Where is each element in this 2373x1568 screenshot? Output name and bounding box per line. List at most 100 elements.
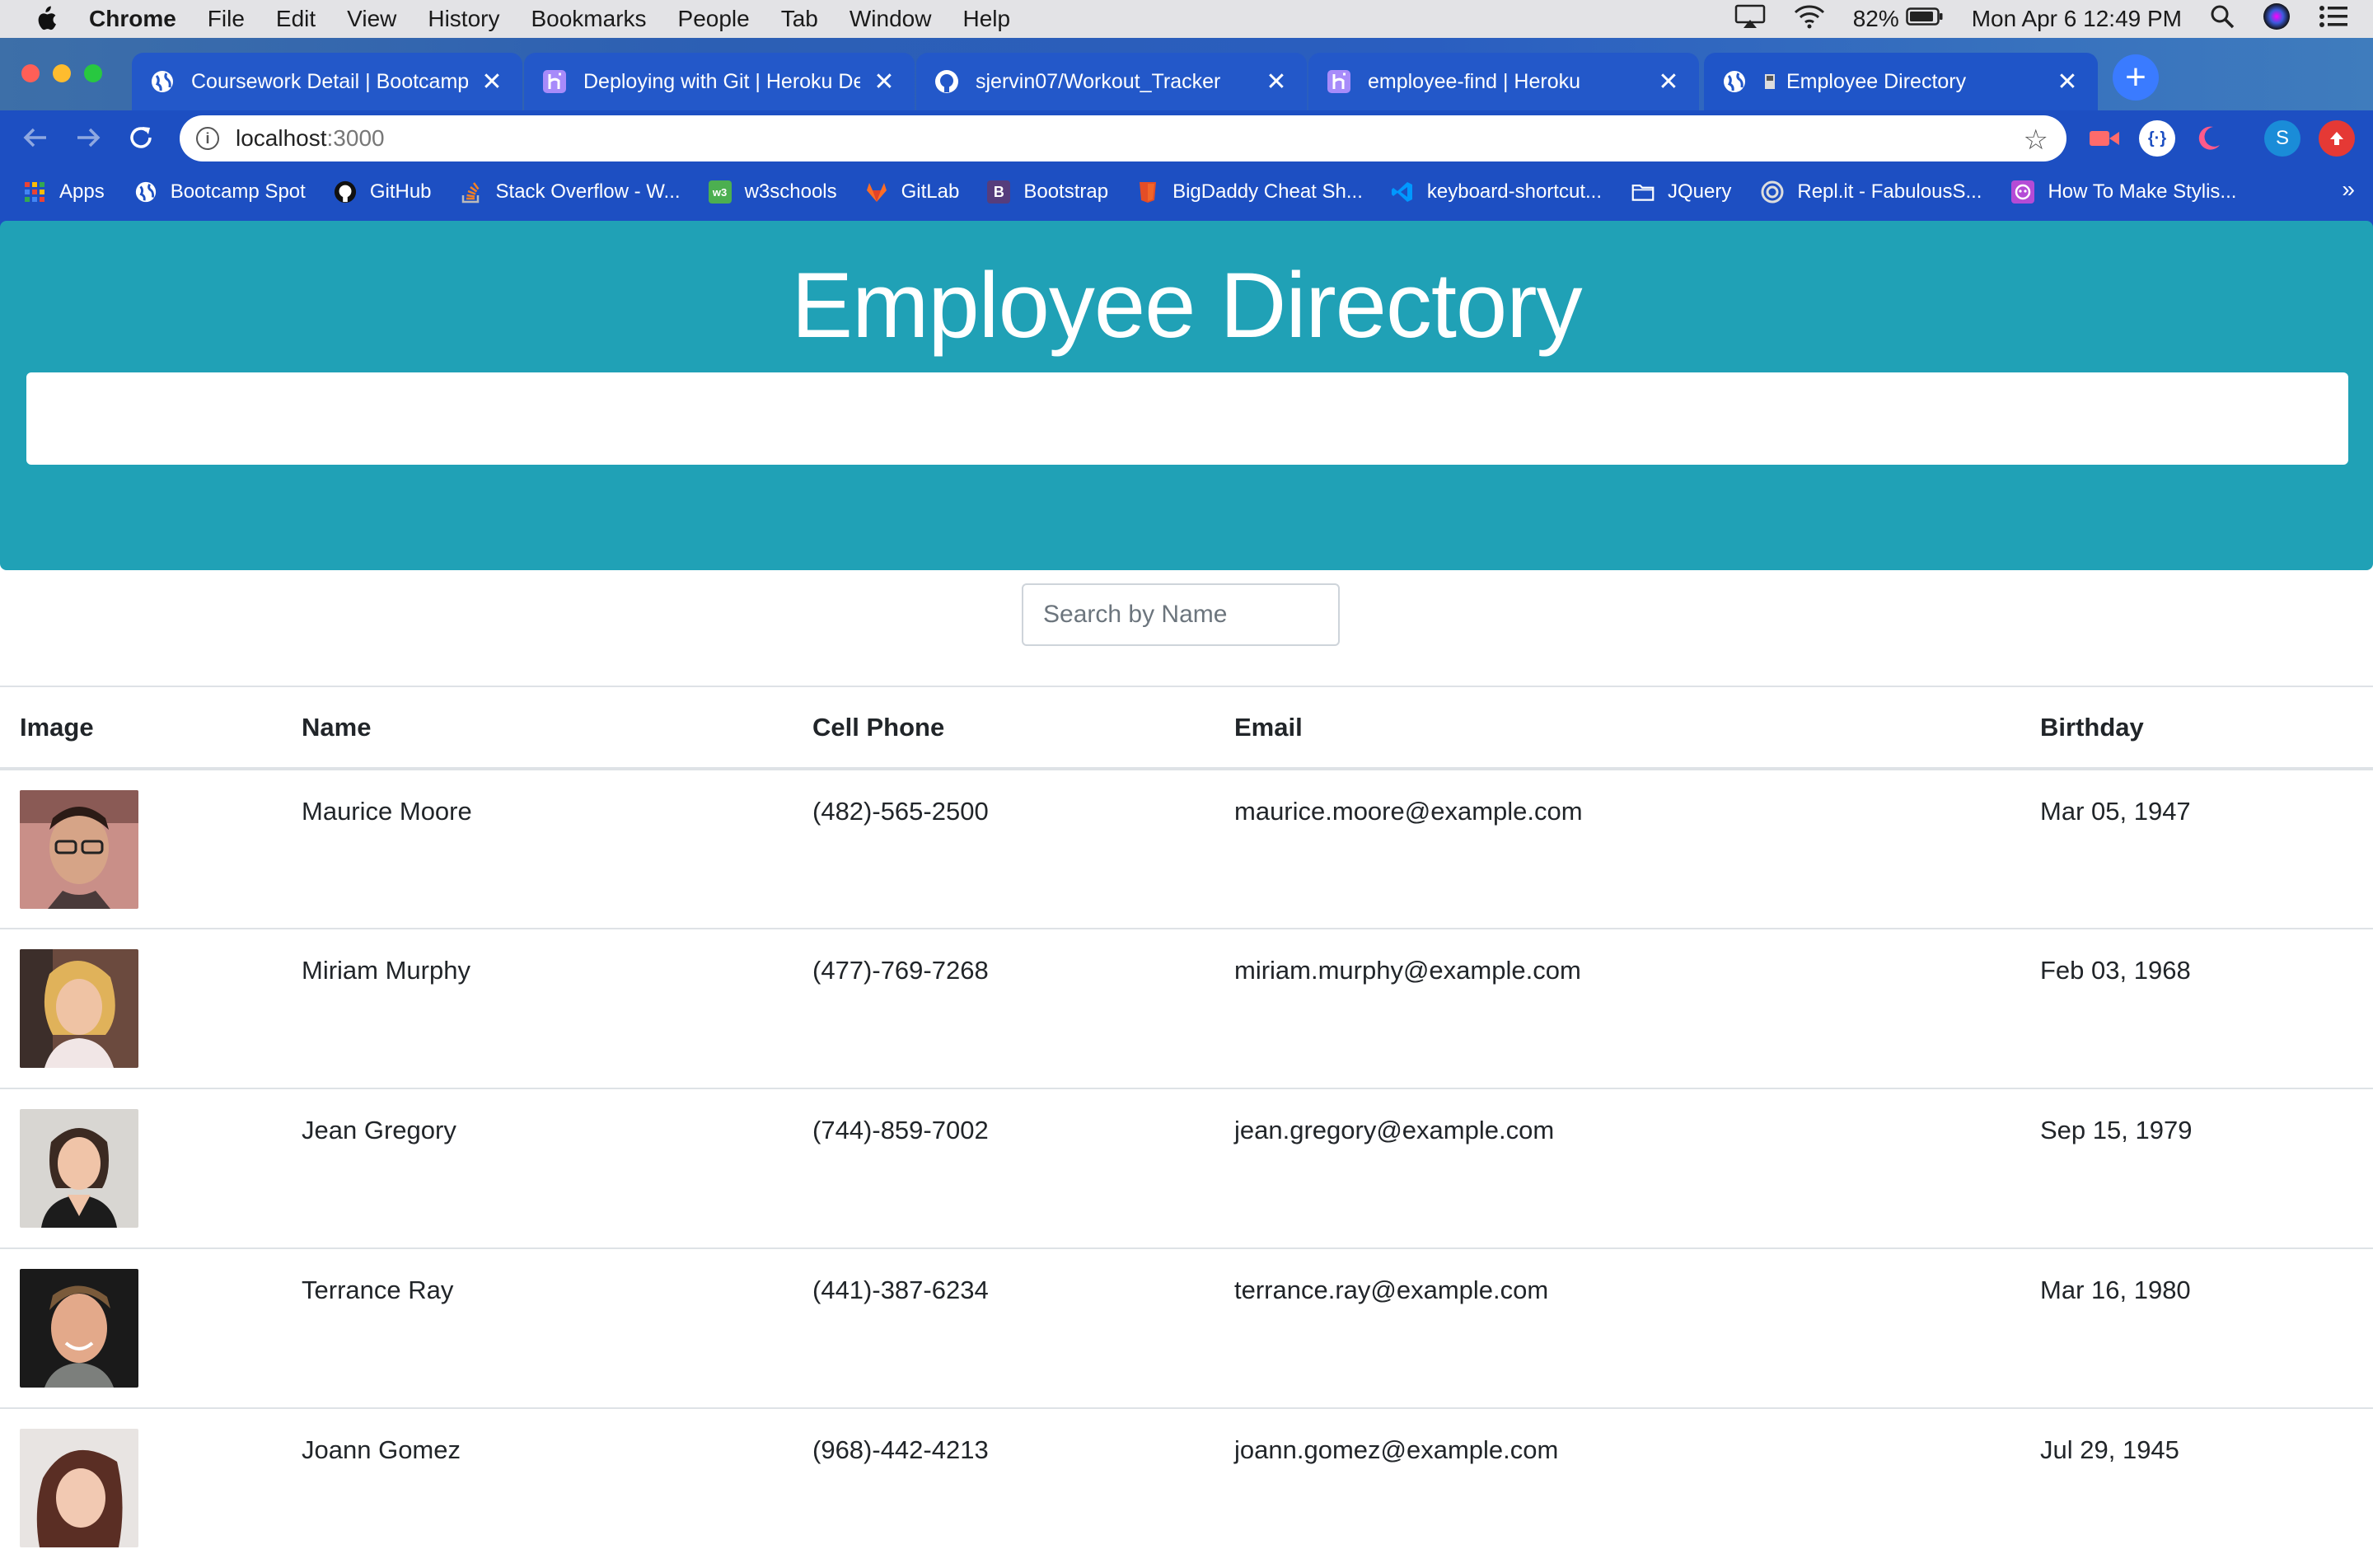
menu-help[interactable]: Help	[962, 6, 1010, 32]
folder-icon	[1631, 180, 1655, 204]
employee-birthday: Sep 15, 1979	[2020, 1088, 2373, 1248]
new-tab-button[interactable]: +	[2113, 54, 2159, 101]
bookmark-bootcamp-spot[interactable]: Bootcamp Spot	[134, 180, 306, 204]
screencast-extension-icon[interactable]	[2086, 120, 2123, 157]
tab-title: Deploying with Git | Heroku Dev	[583, 69, 860, 93]
address-bar[interactable]: i localhost:3000 ☆	[180, 115, 2066, 161]
siri-icon[interactable]	[2263, 2, 2291, 36]
apple-icon[interactable]	[33, 5, 58, 33]
apps-grid-icon	[23, 180, 46, 204]
bookmark-how-to-make-stylish[interactable]: How To Make Stylis...	[2011, 180, 2236, 204]
bookmark-bigdaddy[interactable]: BigDaddy Cheat Sh...	[1136, 180, 1363, 204]
site-info-icon[interactable]: i	[196, 127, 219, 150]
bookmark-keyboard-shortcuts[interactable]: keyboard-shortcut...	[1391, 180, 1602, 204]
employee-name: Miriam Murphy	[282, 928, 793, 1088]
close-tab-icon[interactable]: ✕	[2055, 68, 2080, 96]
menu-file[interactable]: File	[208, 6, 245, 32]
close-tab-icon[interactable]: ✕	[480, 68, 504, 96]
github-icon	[934, 69, 959, 94]
employee-phone: (441)-387-6234	[793, 1247, 1215, 1408]
howto-icon	[2011, 180, 2035, 204]
json-viewer-extension-icon[interactable]: {·}	[2139, 120, 2175, 157]
tab-title: Coursework Detail | Bootcamp S	[191, 69, 468, 93]
menu-app-name[interactable]: Chrome	[89, 6, 176, 32]
employee-email: terrance.ray@example.com	[1215, 1247, 2020, 1408]
menu-edit[interactable]: Edit	[276, 6, 316, 32]
menu-window[interactable]: Window	[850, 6, 932, 32]
more-bookmarks-chevron-icon[interactable]: »	[2342, 176, 2355, 203]
dark-mode-extension-icon[interactable]	[2190, 120, 2226, 157]
zoom-window-button[interactable]	[84, 64, 102, 82]
bookmark-label: Repl.it - FabulousS...	[1797, 180, 1982, 203]
bookmark-w3schools[interactable]: w3 w3schools	[708, 180, 837, 204]
back-arrow-icon[interactable]	[21, 124, 49, 159]
battery-icon	[1905, 6, 1944, 32]
tab-title: Employee Directory	[1786, 69, 1967, 93]
tab-employee-directory[interactable]: Employee Directory ✕	[1704, 53, 2098, 110]
search-input[interactable]	[1022, 583, 1340, 646]
bookmark-replit[interactable]: Repl.it - FabulousS...	[1761, 180, 1982, 204]
employee-birthday: Jul 29, 1945	[2020, 1407, 2373, 1568]
battery-status[interactable]: 82%	[1853, 6, 1944, 32]
menu-bookmarks[interactable]: Bookmarks	[531, 6, 646, 32]
notification-center-icon[interactable]	[2319, 5, 2348, 34]
bookmark-star-icon[interactable]: ☆	[2024, 124, 2048, 157]
update-arrow-icon[interactable]	[2319, 120, 2355, 157]
menu-history[interactable]: History	[428, 6, 499, 32]
employee-email: joann.gomez@example.com	[1215, 1407, 2020, 1568]
menu-people[interactable]: People	[678, 6, 750, 32]
tab-coursework[interactable]: Coursework Detail | Bootcamp S ✕	[132, 53, 522, 110]
globe-icon	[150, 69, 175, 94]
heroku-icon	[1327, 69, 1351, 94]
bootstrap-icon: B	[987, 180, 1011, 204]
image-cell	[0, 1407, 282, 1568]
bookmark-label: Stack Overflow - W...	[495, 180, 681, 203]
employee-photo	[20, 1269, 138, 1388]
clock[interactable]: Mon Apr 6 12:49 PM	[1972, 6, 2182, 32]
bookmark-label: Bootcamp Spot	[170, 180, 306, 203]
bookmark-folder-jquery[interactable]: JQuery	[1631, 180, 1731, 204]
employee-birthday: Mar 05, 1947	[2020, 768, 2373, 929]
image-cell	[0, 768, 282, 929]
menu-tab[interactable]: Tab	[781, 6, 818, 32]
close-window-button[interactable]	[21, 64, 40, 82]
minimize-window-button[interactable]	[53, 64, 71, 82]
spotlight-search-icon[interactable]	[2210, 4, 2235, 35]
url-port: :3000	[326, 125, 385, 151]
column-header-birthday[interactable]: Birthday	[2020, 686, 2373, 770]
vscode-icon	[1391, 180, 1414, 204]
bookmark-bootstrap[interactable]: B Bootstrap	[987, 180, 1108, 204]
column-header-image[interactable]: Image	[0, 686, 282, 770]
employee-name: Joann Gomez	[282, 1407, 793, 1568]
tab-workout-tracker[interactable]: sjervin07/Workout_Tracker ✕	[916, 53, 1307, 110]
close-tab-icon[interactable]: ✕	[872, 68, 896, 96]
header-white-bar	[26, 372, 2348, 465]
tab-employee-find-heroku[interactable]: employee-find | Heroku ✕	[1308, 53, 1699, 110]
url-host: localhost	[236, 125, 327, 151]
column-header-cell-phone[interactable]: Cell Phone	[793, 686, 1215, 770]
employee-email: miriam.murphy@example.com	[1215, 928, 2020, 1088]
column-header-email[interactable]: Email	[1215, 686, 2020, 770]
gitlab-icon	[865, 180, 888, 204]
employee-name: Jean Gregory	[282, 1088, 793, 1248]
close-tab-icon[interactable]: ✕	[1264, 68, 1289, 96]
reload-icon[interactable]	[127, 124, 155, 159]
employee-photo	[20, 949, 138, 1068]
close-tab-icon[interactable]: ✕	[1656, 68, 1681, 96]
bookmarks-list: Apps Bootcamp Spot GitHub Stack Overflow…	[0, 165, 2236, 219]
bookmark-stack-overflow[interactable]: Stack Overflow - W...	[460, 180, 681, 204]
forward-arrow-icon[interactable]	[74, 124, 102, 159]
airplay-icon[interactable]	[1734, 4, 1766, 35]
bookmark-github[interactable]: GitHub	[334, 180, 432, 204]
globe-icon	[1722, 69, 1747, 94]
profile-avatar[interactable]: S	[2264, 120, 2300, 157]
menu-view[interactable]: View	[347, 6, 396, 32]
bookmark-apps[interactable]: Apps	[23, 180, 105, 204]
browser-tab-strip: Coursework Detail | Bootcamp S ✕ Deployi…	[0, 38, 2373, 110]
column-header-name[interactable]: Name	[282, 686, 793, 770]
bookmark-gitlab[interactable]: GitLab	[865, 180, 959, 204]
wifi-icon[interactable]	[1794, 4, 1825, 35]
tab-deploying-with-git[interactable]: Deploying with Git | Heroku Dev ✕	[524, 53, 915, 110]
table-header-row: Image Name Cell Phone Email Birthday	[0, 686, 2373, 770]
image-cell	[0, 928, 282, 1088]
